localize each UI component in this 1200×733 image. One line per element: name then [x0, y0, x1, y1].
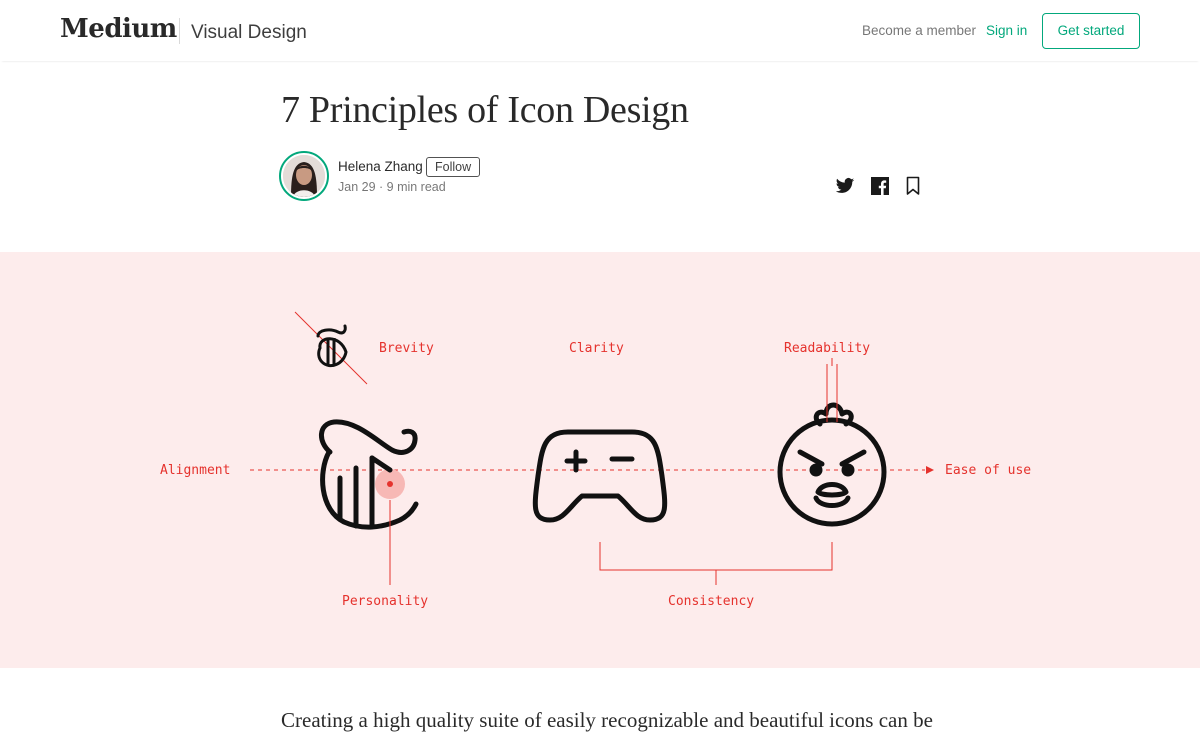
author-avatar[interactable]	[283, 155, 325, 197]
gamepad-icon	[532, 429, 668, 523]
become-member-link[interactable]: Become a member	[862, 23, 976, 38]
article-meta: Jan 29 · 9 min read	[338, 180, 446, 194]
sign-in-link[interactable]: Sign in	[986, 23, 1027, 38]
nyt-logo-icon	[319, 419, 419, 530]
twitter-icon[interactable]	[834, 176, 856, 196]
consistency-bracket	[599, 542, 833, 571]
top-bar: Medium Visual Design Become a member Sig…	[0, 0, 1200, 61]
readability-label: Readability	[784, 341, 871, 356]
ease-of-use-label: Ease of use	[945, 463, 1032, 478]
header-divider	[179, 18, 180, 44]
angry-chick-icon	[777, 402, 887, 527]
nyt-small-logo-icon	[294, 311, 368, 385]
brevity-label: Brevity	[379, 341, 434, 356]
principles-diagram	[250, 311, 934, 585]
publication-name[interactable]: Visual Design	[191, 22, 307, 44]
author-name[interactable]: Helena Zhang	[338, 159, 423, 174]
facebook-icon[interactable]	[870, 176, 892, 196]
article-title: 7 Principles of Icon Design	[281, 89, 689, 131]
bookmark-icon[interactable]	[905, 176, 927, 196]
alignment-label: Alignment	[160, 463, 231, 478]
clarity-label: Clarity	[569, 341, 624, 356]
medium-logo[interactable]: Medium	[60, 14, 177, 44]
personality-label: Personality	[342, 594, 429, 609]
consistency-label: Consistency	[668, 594, 755, 609]
article-body-start: Creating a high quality suite of easily …	[281, 708, 933, 732]
arrow-head	[926, 466, 934, 474]
get-started-button[interactable]: Get started	[1042, 13, 1140, 49]
follow-button[interactable]: Follow	[426, 157, 481, 177]
hero-illustration: Brevity Clarity Readability Alignment Ea…	[0, 252, 1200, 668]
